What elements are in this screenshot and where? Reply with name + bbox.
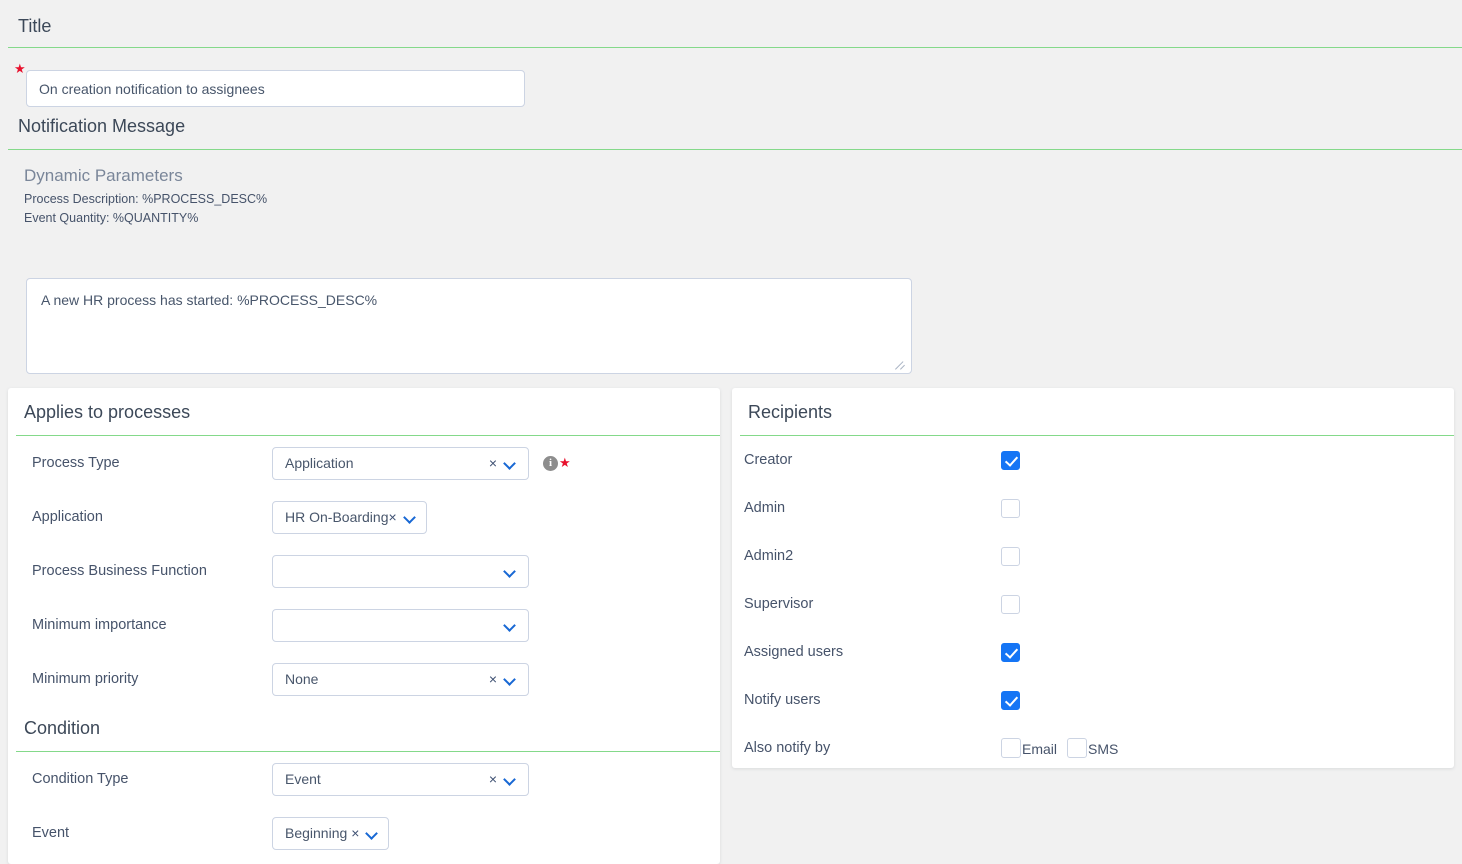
checkbox-sms[interactable] — [1067, 738, 1087, 758]
label-minimum-importance: Minimum importance — [32, 617, 272, 633]
select-application[interactable]: HR On-Boarding × — [272, 501, 427, 534]
recipient-row-admin: Admin — [732, 484, 1454, 532]
select-event-value: Beginning — [285, 825, 347, 841]
chevron-down-icon[interactable] — [505, 674, 516, 685]
recipient-row-notify-users: Notify users — [732, 676, 1454, 724]
recipient-row-admin2: Admin2 — [732, 532, 1454, 580]
checkbox-creator[interactable] — [1001, 451, 1020, 470]
dynamic-parameter-process-description: Process Description: %PROCESS_DESC% — [0, 192, 1462, 211]
checkbox-admin[interactable] — [1001, 499, 1020, 518]
label-process-type: Process Type — [32, 455, 272, 471]
chevron-down-icon[interactable] — [367, 828, 378, 839]
chevron-down-icon[interactable] — [505, 458, 516, 469]
field-row-condition-type: Condition Type Event × — [8, 752, 720, 806]
also-notify-by-options: Email SMS — [1001, 738, 1128, 758]
label-creator: Creator — [744, 452, 1001, 468]
applies-to-processes-heading: Applies to processes — [8, 388, 720, 435]
title-input-row: ★ — [0, 48, 1462, 112]
chevron-down-icon[interactable] — [505, 774, 516, 785]
checkbox-email[interactable] — [1001, 738, 1021, 758]
field-row-minimum-importance: Minimum importance — [8, 598, 720, 652]
label-sms: SMS — [1088, 741, 1118, 757]
checkbox-assigned-users[interactable] — [1001, 643, 1020, 662]
notification-settings-page: Title ★ Notification Message Dynamic Par… — [0, 0, 1462, 864]
checkbox-supervisor[interactable] — [1001, 595, 1020, 614]
field-row-minimum-priority: Minimum priority None × — [8, 652, 720, 706]
label-minimum-priority: Minimum priority — [32, 671, 272, 687]
notification-message-heading: Notification Message — [0, 112, 1462, 149]
select-application-value: HR On-Boarding — [285, 509, 389, 525]
recipient-row-assigned-users: Assigned users — [732, 628, 1454, 676]
select-condition-type-value: Event — [285, 771, 485, 787]
field-row-application: Application HR On-Boarding × — [8, 490, 720, 544]
recipients-card: Recipients Creator Admin Admin2 Supervis… — [732, 388, 1454, 768]
select-process-type[interactable]: Application × — [272, 447, 529, 480]
process-type-required-star: ★ — [559, 456, 571, 469]
title-input[interactable] — [26, 70, 525, 107]
recipient-row-supervisor: Supervisor — [732, 580, 1454, 628]
label-condition-type: Condition Type — [32, 771, 272, 787]
process-type-annotations: i ★ — [543, 456, 571, 471]
select-minimum-priority-value: None — [285, 671, 485, 687]
field-row-event: Event Beginning × — [8, 806, 720, 860]
label-notify-users: Notify users — [744, 692, 1001, 708]
select-event[interactable]: Beginning × — [272, 817, 389, 850]
notification-message-textarea[interactable] — [26, 278, 912, 374]
applies-to-processes-card: Applies to processes Process Type Applic… — [8, 388, 720, 864]
field-row-process-business-function: Process Business Function — [8, 544, 720, 598]
title-section-heading: Title — [0, 0, 1462, 47]
label-supervisor: Supervisor — [744, 596, 1001, 612]
recipients-heading: Recipients — [732, 388, 1454, 435]
select-condition-type[interactable]: Event × — [272, 763, 529, 796]
checkbox-notify-users[interactable] — [1001, 691, 1020, 710]
chevron-down-icon[interactable] — [505, 620, 516, 631]
dynamic-parameters-heading: Dynamic Parameters — [0, 150, 1462, 192]
checkbox-admin2[interactable] — [1001, 547, 1020, 566]
label-admin2: Admin2 — [744, 548, 1001, 564]
recipient-row-also-notify-by: Also notify by Email SMS — [732, 724, 1454, 772]
label-application: Application — [32, 509, 272, 525]
info-icon[interactable]: i — [543, 456, 558, 471]
field-row-process-type: Process Type Application × i ★ — [8, 436, 720, 490]
label-admin: Admin — [744, 500, 1001, 516]
label-email: Email — [1022, 741, 1057, 757]
select-process-type-value: Application — [285, 455, 485, 471]
select-minimum-priority[interactable]: None × — [272, 663, 529, 696]
chevron-down-icon[interactable] — [405, 512, 416, 523]
dynamic-parameter-event-quantity: Event Quantity: %QUANTITY% — [0, 211, 1462, 230]
label-process-business-function: Process Business Function — [32, 563, 272, 579]
label-assigned-users: Assigned users — [744, 644, 1001, 660]
top-zone: Title ★ Notification Message Dynamic Par… — [0, 0, 1462, 230]
recipient-row-creator: Creator — [732, 436, 1454, 484]
select-process-business-function[interactable] — [272, 555, 529, 588]
select-minimum-importance[interactable] — [272, 609, 529, 642]
label-event: Event — [32, 825, 272, 841]
title-required-star: ★ — [14, 62, 26, 75]
condition-heading: Condition — [8, 706, 720, 751]
label-also-notify-by: Also notify by — [744, 740, 1001, 756]
chevron-down-icon[interactable] — [505, 566, 516, 577]
